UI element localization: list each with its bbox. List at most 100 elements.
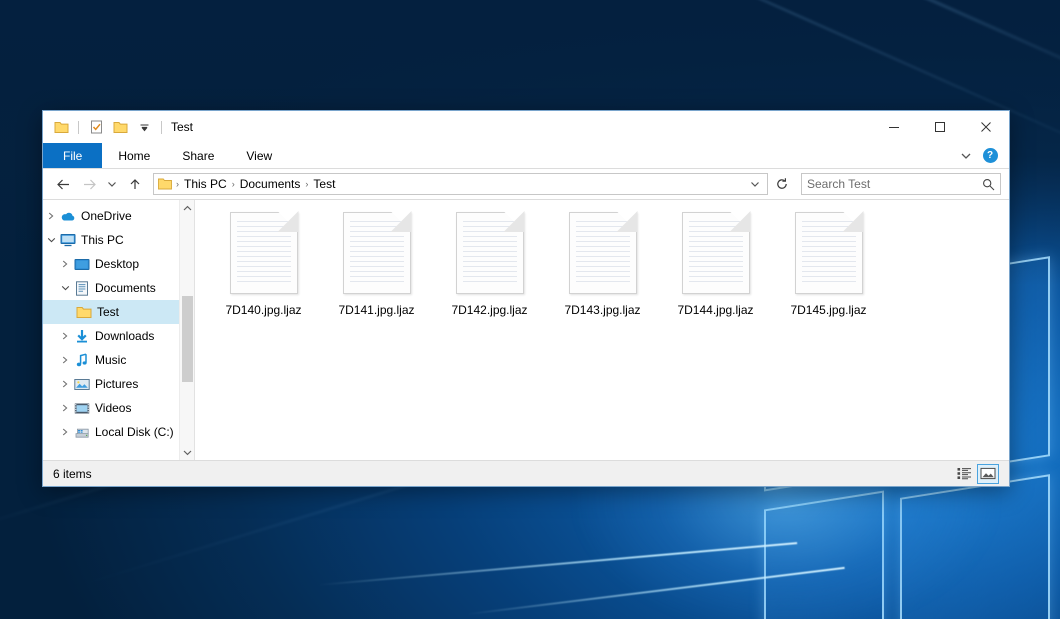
quick-access-toolbar — [43, 117, 165, 137]
chevron-right-icon[interactable] — [57, 428, 73, 436]
large-icons-view-button[interactable] — [977, 464, 999, 484]
monitor-icon — [59, 233, 77, 247]
sidebar-item-downloads[interactable]: Downloads — [43, 324, 194, 348]
chevron-right-icon[interactable] — [43, 212, 59, 220]
file-item[interactable]: 7D142.jpg.ljaz — [433, 210, 546, 318]
address-bar-row: › This PC › Documents › Test — [43, 169, 1009, 199]
status-bar: 6 items — [43, 460, 1009, 486]
chevron-right-icon[interactable] — [57, 404, 73, 412]
address-bar[interactable]: › This PC › Documents › Test — [153, 173, 768, 195]
folder-tree: OneDrive This PC — [43, 200, 194, 444]
chevron-right-icon[interactable] — [57, 380, 73, 388]
music-icon — [73, 353, 91, 368]
sidebar-item-music[interactable]: Music — [43, 348, 194, 372]
sidebar-item-label: Music — [95, 353, 126, 367]
sidebar-item-label: Videos — [95, 401, 131, 415]
cloud-icon — [59, 210, 77, 223]
generic-file-icon — [795, 212, 863, 294]
chevron-down-icon[interactable] — [57, 284, 73, 292]
generic-file-icon — [343, 212, 411, 294]
window-title: Test — [171, 120, 193, 134]
ribbon-tab-bar: File Home Share View ? — [43, 143, 1009, 169]
sidebar-item-label: Documents — [95, 281, 156, 295]
tab-home[interactable]: Home — [102, 143, 166, 168]
desktop: Test File Home Share View — [0, 0, 1060, 619]
view-mode-buttons — [953, 464, 1005, 484]
tab-file[interactable]: File — [43, 143, 102, 168]
folder-icon — [158, 178, 172, 190]
sidebar-item-desktop[interactable]: Desktop — [43, 252, 194, 276]
chevron-right-icon[interactable] — [57, 356, 73, 364]
sidebar-item-label: OneDrive — [81, 209, 132, 223]
sidebar-item-label: Downloads — [95, 329, 154, 343]
file-name: 7D140.jpg.ljaz — [222, 302, 304, 318]
sidebar-item-test[interactable]: Test — [43, 300, 194, 324]
chevron-down-icon[interactable] — [134, 117, 154, 137]
sidebar-item-label: This PC — [81, 233, 124, 247]
sidebar-item-onedrive[interactable]: OneDrive — [43, 204, 194, 228]
file-item[interactable]: 7D140.jpg.ljaz — [207, 210, 320, 318]
sidebar-item-local-disk-c[interactable]: Local Disk (C:) — [43, 420, 194, 444]
title-bar: Test — [43, 111, 1009, 143]
new-folder-icon[interactable] — [110, 117, 130, 137]
file-name: 7D141.jpg.ljaz — [335, 302, 417, 318]
sidebar-item-pictures[interactable]: Pictures — [43, 372, 194, 396]
tab-share[interactable]: Share — [166, 143, 230, 168]
scrollbar-thumb[interactable] — [182, 296, 193, 382]
sidebar-item-documents[interactable]: Documents — [43, 276, 194, 300]
explorer-body: OneDrive This PC — [43, 199, 1009, 460]
file-item[interactable]: 7D145.jpg.ljaz — [772, 210, 885, 318]
sidebar-item-this-pc[interactable]: This PC — [43, 228, 194, 252]
file-name: 7D143.jpg.ljaz — [561, 302, 643, 318]
chevron-down-icon[interactable] — [745, 174, 765, 194]
file-name: 7D144.jpg.ljaz — [674, 302, 756, 318]
scroll-down-arrow-icon[interactable] — [180, 444, 194, 460]
window-controls — [871, 111, 1009, 143]
search-icon[interactable] — [982, 178, 995, 191]
search-box[interactable] — [801, 173, 1001, 195]
breadcrumb-this-pc[interactable]: This PC — [180, 177, 231, 191]
file-explorer-window: Test File Home Share View — [42, 110, 1010, 487]
search-input[interactable] — [807, 177, 982, 191]
drive-icon — [73, 426, 91, 439]
ribbon-right-controls: ? — [955, 143, 1009, 168]
download-icon — [73, 329, 91, 344]
sidebar-scrollbar[interactable] — [179, 200, 194, 460]
forward-button[interactable] — [77, 172, 101, 196]
back-button[interactable] — [51, 172, 75, 196]
picture-icon — [73, 378, 91, 391]
sidebar-item-label: Local Disk (C:) — [95, 425, 174, 439]
details-view-button[interactable] — [953, 464, 975, 484]
file-name: 7D142.jpg.ljaz — [448, 302, 530, 318]
file-item[interactable]: 7D141.jpg.ljaz — [320, 210, 433, 318]
toolbar-divider — [161, 121, 162, 134]
tab-view[interactable]: View — [230, 143, 288, 168]
generic-file-icon — [230, 212, 298, 294]
minimize-button[interactable] — [871, 111, 917, 143]
breadcrumb-documents[interactable]: Documents — [236, 177, 305, 191]
file-list-pane[interactable]: 7D140.jpg.ljaz 7D141.jpg.ljaz — [195, 200, 1009, 460]
generic-file-icon — [569, 212, 637, 294]
video-icon — [73, 402, 91, 415]
close-button[interactable] — [963, 111, 1009, 143]
desktop-icon — [73, 258, 91, 271]
sidebar-item-videos[interactable]: Videos — [43, 396, 194, 420]
recent-locations-button[interactable] — [103, 172, 121, 196]
folder-icon[interactable] — [51, 117, 71, 137]
help-icon[interactable]: ? — [979, 145, 1001, 167]
maximize-button[interactable] — [917, 111, 963, 143]
chevron-right-icon[interactable] — [57, 260, 73, 268]
chevron-down-icon[interactable] — [43, 236, 59, 244]
properties-icon[interactable] — [86, 117, 106, 137]
refresh-button[interactable] — [770, 172, 794, 196]
breadcrumb-test[interactable]: Test — [309, 177, 339, 191]
file-item[interactable]: 7D143.jpg.ljaz — [546, 210, 659, 318]
generic-file-icon — [682, 212, 750, 294]
chevron-down-icon[interactable] — [955, 145, 977, 167]
up-button[interactable] — [123, 172, 147, 196]
scroll-up-arrow-icon[interactable] — [180, 200, 194, 216]
document-icon — [73, 281, 91, 296]
chevron-right-icon[interactable] — [57, 332, 73, 340]
file-item[interactable]: 7D144.jpg.ljaz — [659, 210, 772, 318]
navigation-pane: OneDrive This PC — [43, 200, 195, 460]
